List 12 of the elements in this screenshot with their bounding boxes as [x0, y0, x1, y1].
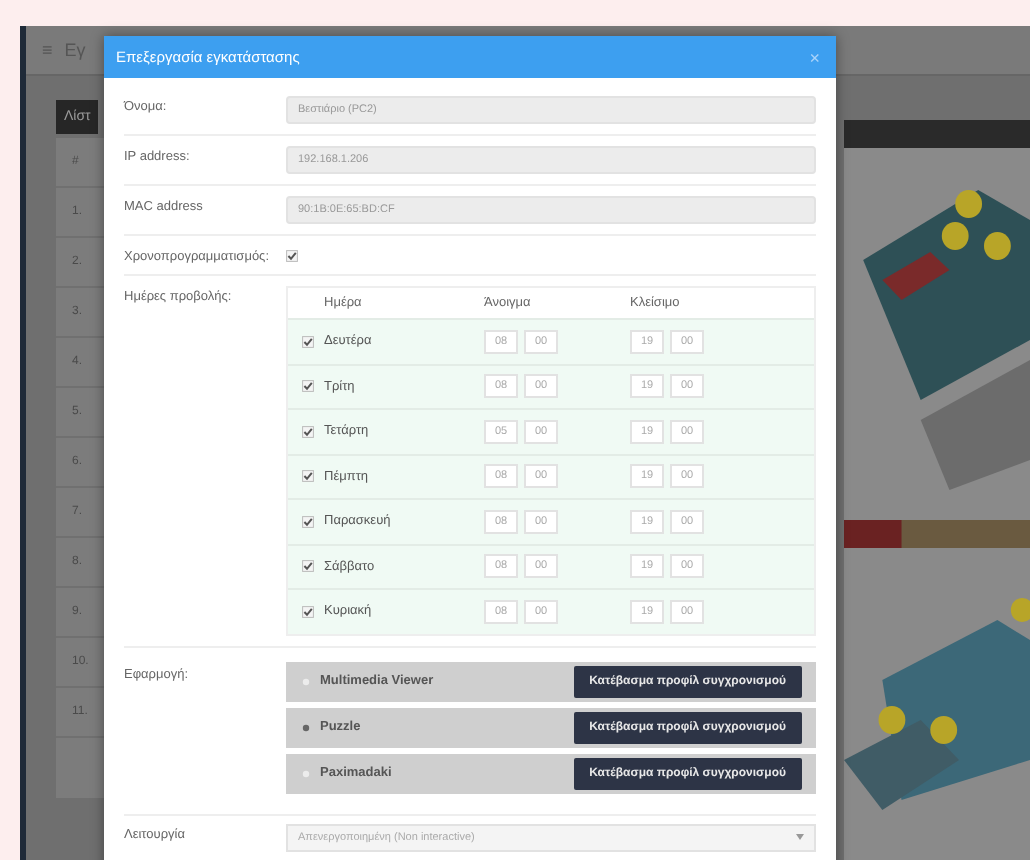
checkbox[interactable] [302, 425, 314, 438]
checkbox[interactable] [302, 515, 314, 528]
caret-icon [796, 834, 804, 840]
checkbox[interactable] [302, 380, 314, 393]
radio-button[interactable] [302, 723, 310, 731]
checkbox[interactable] [302, 605, 314, 618]
checkbox[interactable] [302, 560, 314, 573]
checkbox[interactable] [286, 249, 298, 261]
checkbox[interactable] [302, 335, 314, 348]
close-button[interactable]: × [809, 47, 820, 67]
checkbox[interactable] [302, 470, 314, 483]
menu-icon[interactable]: ≡ [42, 40, 53, 60]
